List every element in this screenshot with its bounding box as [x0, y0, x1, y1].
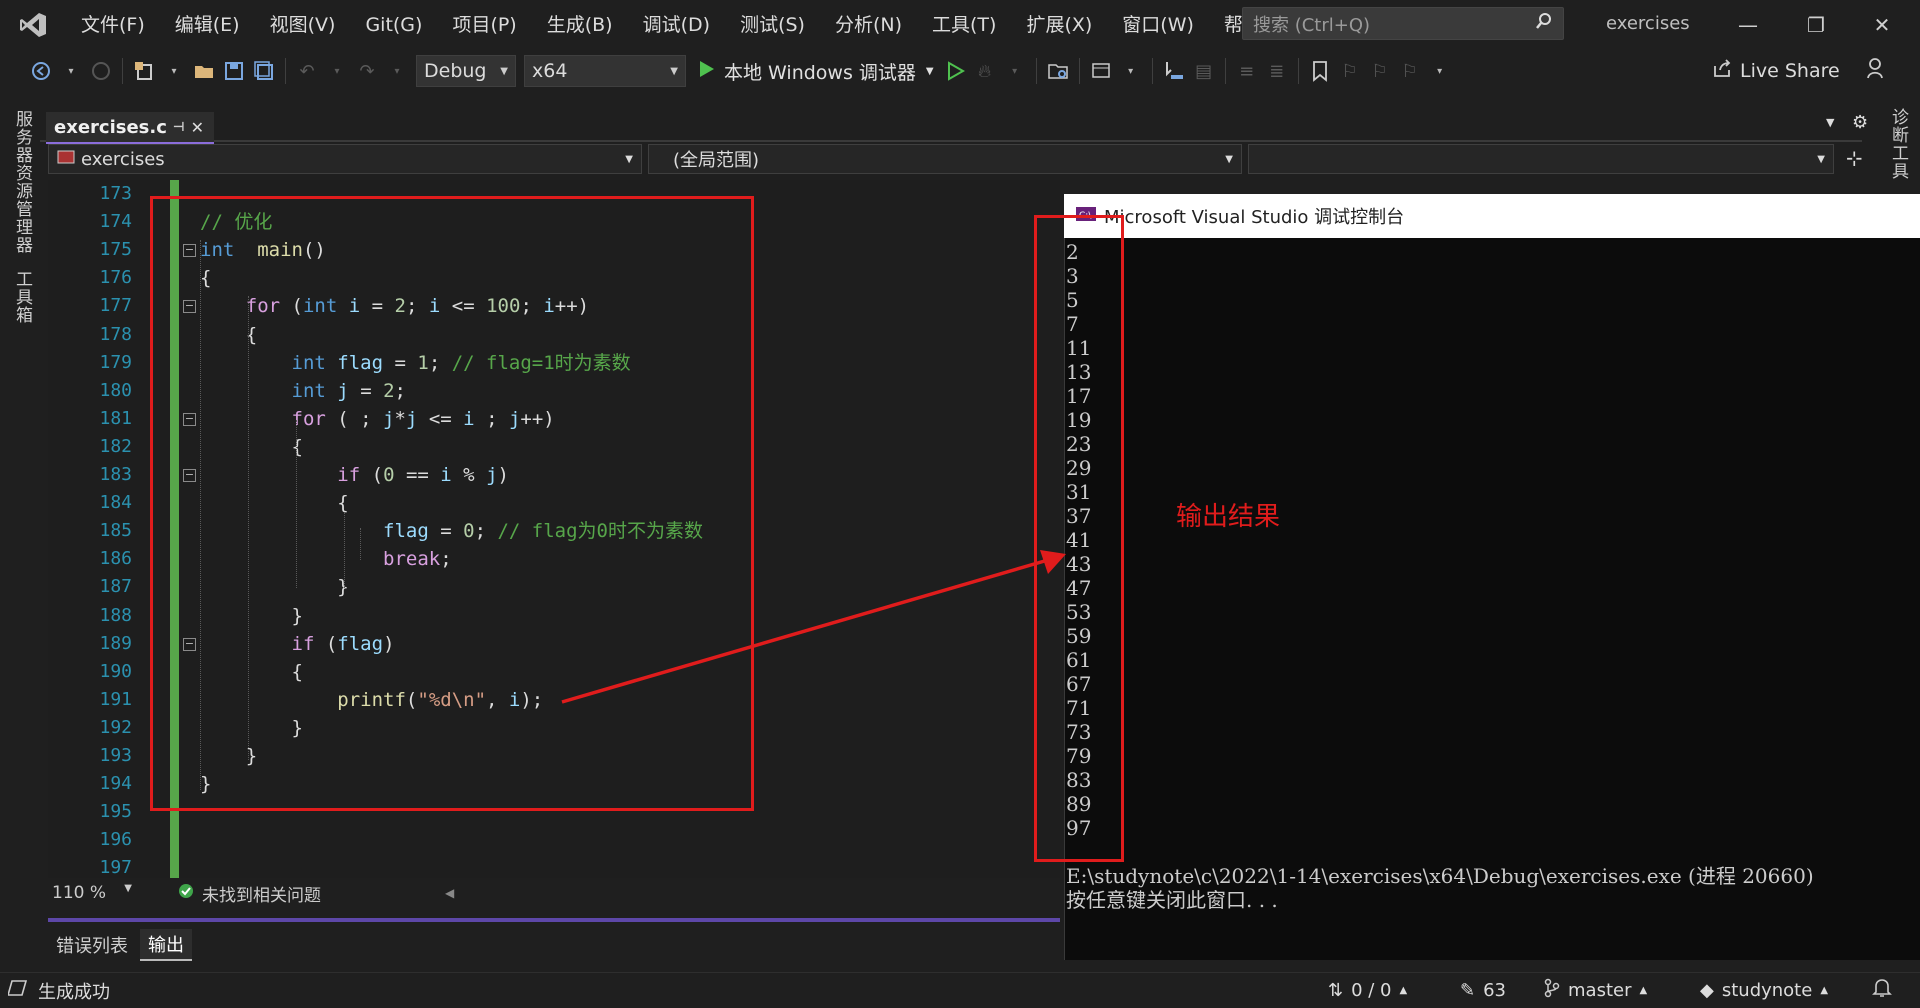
tab-output[interactable]: 输出 [140, 929, 192, 961]
changes-count: 0 / 0 [1351, 980, 1392, 1001]
pending-edits-indicator[interactable]: ✎ 63 [1460, 980, 1506, 1001]
editor-status-bar: 110 % ▼ 未找到相关问题 ◀ [48, 878, 1060, 908]
repo-icon: ◆ [1700, 980, 1714, 1001]
bottom-panel-tabs: 错误列表 输出 [48, 928, 1060, 962]
chevron-up-icon: ▲ [1820, 985, 1829, 996]
chevron-down-icon: ▼ [124, 883, 132, 894]
issues-indicator[interactable]: 未找到相关问题 [178, 881, 321, 906]
zoom-value: 110 % [52, 883, 107, 903]
branch-name: master [1568, 980, 1632, 1001]
changes-indicator[interactable]: ⇅ 0 / 0 ▲ [1328, 980, 1407, 1001]
panel-splitter[interactable] [48, 918, 1060, 922]
repo-indicator[interactable]: ◆ studynote ▲ [1700, 980, 1828, 1001]
issues-text: 未找到相关问题 [202, 885, 321, 906]
tab-error-list[interactable]: 错误列表 [48, 930, 136, 960]
build-status-text: 生成成功 [38, 981, 110, 1003]
chevron-up-icon: ▲ [1639, 985, 1648, 996]
repo-name: studynote [1721, 980, 1813, 1001]
chevron-up-icon: ▲ [1399, 985, 1408, 996]
branch-indicator[interactable]: master ▲ [1544, 978, 1647, 1003]
branch-icon [1544, 978, 1560, 1003]
annotation-label: 输出结果 [1176, 502, 1281, 532]
build-status-icon [6, 979, 28, 1002]
scroll-left-icon[interactable]: ◀ [445, 886, 454, 900]
edits-count: 63 [1483, 980, 1506, 1001]
status-bar: 生成成功 ⇅ 0 / 0 ▲ ✎ 63 master ▲ ◆ studynote ▲ [0, 972, 1920, 1008]
pencil-icon: ✎ [1460, 980, 1476, 1001]
annotation-arrow [561, 550, 1066, 704]
up-down-arrows-icon: ⇅ [1328, 980, 1344, 1001]
check-circle-icon [178, 883, 194, 904]
zoom-select[interactable]: 110 % ▼ [48, 883, 138, 903]
notifications-bell-icon[interactable] [1872, 977, 1892, 1004]
